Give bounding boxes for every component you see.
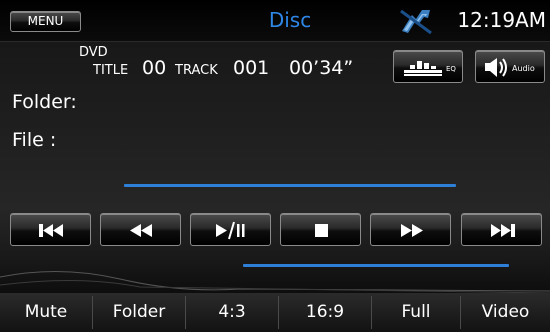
disc-type: DVD xyxy=(79,45,108,60)
decorative-wave xyxy=(0,271,550,294)
play-pause-button[interactable] xyxy=(190,213,271,246)
previous-track-button[interactable] xyxy=(10,213,91,246)
rewind-button[interactable] xyxy=(100,213,181,246)
clock: 12:19AM xyxy=(457,8,546,32)
folder-progress-line xyxy=(124,184,456,187)
audio-button[interactable]: Audio xyxy=(475,50,545,83)
mute-button[interactable]: Mute xyxy=(0,293,92,332)
fast-forward-button[interactable] xyxy=(370,213,451,246)
aspect-4-3-button[interactable]: 4:3 xyxy=(186,293,278,332)
source-title: Disc xyxy=(268,8,312,32)
file-label: File : xyxy=(12,129,57,151)
track-info: DVD TITLE 00 TRACK 001 00’34” xyxy=(0,45,550,85)
elapsed-time: 00’34” xyxy=(289,57,354,79)
stop-button[interactable] xyxy=(280,213,361,246)
rewind-icon xyxy=(130,224,152,237)
menu-button[interactable]: MENU xyxy=(10,11,81,32)
track-number: 001 xyxy=(233,57,270,79)
title-number: 00 xyxy=(142,57,167,79)
eq-label: EQ xyxy=(446,65,456,73)
next-track-button[interactable] xyxy=(461,213,542,246)
skip-back-icon xyxy=(39,224,63,237)
full-screen-button[interactable]: Full xyxy=(372,293,460,332)
play-pause-icon xyxy=(216,221,245,240)
aspect-16-9-button[interactable]: 16:9 xyxy=(279,293,371,332)
fast-forward-icon xyxy=(401,224,423,237)
title-label: TITLE xyxy=(93,63,129,78)
folder-button[interactable]: Folder xyxy=(93,293,185,332)
transport-controls xyxy=(10,213,542,248)
eq-button[interactable]: EQ xyxy=(393,50,463,83)
disc-player-screen: MENU Disc 12:19AM DVD TITLE 00 TRACK 001… xyxy=(0,0,550,332)
file-progress-line xyxy=(243,264,509,267)
folder-label: Folder: xyxy=(12,91,77,113)
bottom-bar: Mute Folder 4:3 16:9 Full Video xyxy=(0,293,550,332)
speaker-icon xyxy=(485,58,507,77)
top-bar: MENU Disc 12:19AM xyxy=(0,0,550,42)
stop-icon xyxy=(315,224,328,237)
video-button[interactable]: Video xyxy=(461,293,550,332)
no-signal-icon xyxy=(400,9,432,35)
audio-label: Audio xyxy=(512,64,535,73)
skip-forward-icon xyxy=(491,224,515,237)
track-label: TRACK xyxy=(175,63,218,78)
